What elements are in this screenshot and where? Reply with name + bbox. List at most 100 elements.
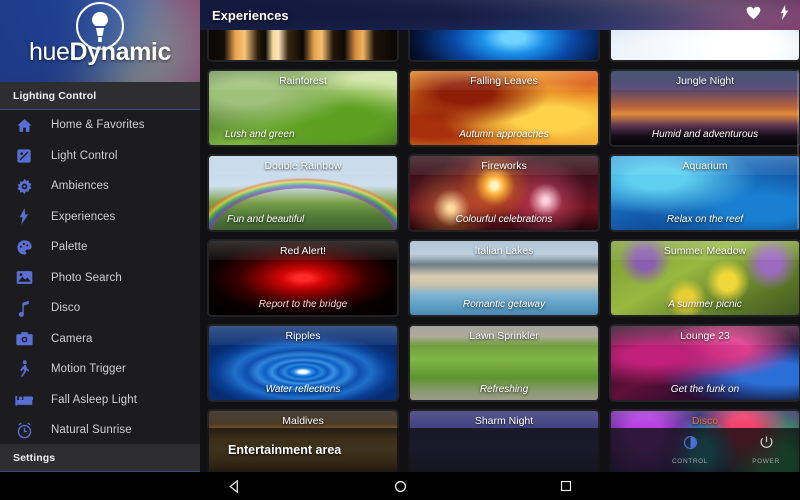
brightness-icon	[683, 435, 698, 455]
sidebar-section-lighting-control: Lighting Control	[0, 82, 200, 110]
photo-icon	[13, 267, 35, 289]
sidebar-item-label: Experiences	[51, 210, 116, 223]
experience-card-drifting-away[interactable]: Drifting away	[609, 30, 800, 62]
card-title: Red Alert!	[209, 241, 397, 260]
sidebar-item-label: Camera	[51, 332, 93, 345]
sidebar-item-label: Motion Trigger	[51, 363, 126, 376]
experience-card-double-rainbow[interactable]: Double Rainbow Fun and beautiful	[207, 154, 399, 232]
power-icon	[759, 435, 774, 455]
sidebar-item-label: Natural Sunrise	[51, 424, 132, 437]
alarm-clock-icon	[13, 419, 35, 441]
card-title: Jungle Night	[611, 71, 799, 90]
app-logo-text: hueDynamic	[0, 38, 200, 67]
card-title: Ripples	[209, 326, 397, 345]
app-logo-area: hueDynamic	[0, 0, 200, 82]
experience-card-aquarium[interactable]: Aquarium Relax on the reef	[609, 154, 800, 232]
card-title: Summer Meadow	[611, 241, 799, 260]
music-note-icon	[13, 297, 35, 319]
card-subtitle: Water reflections	[265, 384, 341, 395]
sidebar-item-label: Palette	[51, 241, 88, 254]
home-circle-icon[interactable]	[392, 478, 408, 494]
sidebar-item-natural-sunrise[interactable]: Natural Sunrise	[0, 415, 200, 446]
card-subtitle: Relax on the reef	[666, 214, 744, 225]
bed-icon	[13, 389, 35, 411]
palette-icon	[13, 236, 35, 258]
experience-card-lounge-23[interactable]: Lounge 23 Get the funk on	[609, 324, 800, 402]
card-subtitle: Colourful celebrations	[455, 214, 553, 225]
bolt-icon	[13, 206, 35, 228]
card-title: Lounge 23	[611, 326, 799, 345]
sidebar-item-palette[interactable]: Palette	[0, 232, 200, 263]
header-actions	[746, 0, 790, 30]
card-subtitle: Refreshing	[479, 384, 529, 395]
sidebar-item-label: Disco	[51, 302, 81, 315]
bottom-bar-actions: CONTROL POWER	[662, 428, 794, 472]
entertainment-area-bar: Entertainment area CONTROL POWER	[200, 428, 800, 472]
grid-row: Rainforest Lush and green Falling Leaves…	[204, 69, 800, 147]
sidebar: hueDynamic Lighting Control Home & Favor…	[0, 0, 200, 472]
entertainment-area-title: Entertainment area	[228, 443, 342, 457]
card-subtitle: Fun and beautiful	[227, 214, 305, 225]
card-title: Falling Leaves	[410, 71, 598, 90]
card-subtitle: Humid and adventurous	[651, 129, 759, 140]
grid-row: Double Rainbow Fun and beautiful Firewor…	[204, 154, 800, 232]
card-title: Rainforest	[209, 71, 397, 90]
sidebar-item-label: Photo Search	[51, 271, 122, 284]
experiences-grid: Soothing Evening Burning blue Drifting a…	[200, 30, 800, 472]
card-subtitle: Report to the bridge	[258, 299, 348, 310]
sidebar-item-camera[interactable]: Camera	[0, 324, 200, 355]
vertical-scrollbar[interactable]	[797, 70, 799, 230]
experience-card-summer-meadow[interactable]: Summer Meadow A summer picnic	[609, 239, 800, 317]
card-subtitle: Romantic getaway	[462, 299, 546, 310]
sidebar-item-photo-search[interactable]: Photo Search	[0, 263, 200, 294]
experience-card-rainforest[interactable]: Rainforest Lush and green	[207, 69, 399, 147]
heart-icon[interactable]	[746, 6, 761, 25]
android-navigation-bar	[0, 472, 800, 500]
power-button[interactable]: POWER	[738, 435, 794, 465]
card-title: Aquarium	[611, 156, 799, 175]
gear-icon	[13, 175, 35, 197]
recents-icon[interactable]	[558, 478, 574, 494]
app-header: Experiences	[200, 0, 800, 30]
grid-row: Soothing Evening Burning blue Drifting a…	[204, 30, 800, 62]
sidebar-item-label: Fall Asleep Light	[51, 393, 138, 406]
card-title: Lawn Sprinkler	[410, 326, 598, 345]
back-icon[interactable]	[226, 478, 242, 494]
control-label: CONTROL	[672, 458, 708, 465]
home-icon	[13, 114, 35, 136]
sidebar-nav-list: Home & Favorites Light Control Ambiences…	[0, 110, 200, 446]
card-subtitle: Lush and green	[225, 129, 295, 140]
experience-card-italian-lakes[interactable]: Italian Lakes Romantic getaway	[408, 239, 600, 317]
sidebar-item-motion-trigger[interactable]: Motion Trigger	[0, 354, 200, 385]
bolt-icon[interactable]	[779, 5, 790, 25]
card-image	[410, 30, 598, 60]
experience-card-falling-leaves[interactable]: Falling Leaves Autumn approaches	[408, 69, 600, 147]
experience-card-soothing-evening[interactable]: Soothing Evening	[207, 30, 399, 62]
experience-card-lawn-sprinkler[interactable]: Lawn Sprinkler Refreshing	[408, 324, 600, 402]
sidebar-item-experiences[interactable]: Experiences	[0, 202, 200, 233]
experiences-grid-container[interactable]: Soothing Evening Burning blue Drifting a…	[200, 30, 800, 472]
card-subtitle: Get the funk on	[670, 384, 740, 395]
experience-card-red-alert[interactable]: Red Alert! Report to the bridge	[207, 239, 399, 317]
experience-card-jungle-night[interactable]: Jungle Night Humid and adventurous	[609, 69, 800, 147]
grid-row: Red Alert! Report to the bridge Italian …	[204, 239, 800, 317]
sidebar-item-home-favorites[interactable]: Home & Favorites	[0, 110, 200, 141]
experience-card-fireworks[interactable]: Fireworks Colourful celebrations	[408, 154, 600, 232]
sidebar-item-label: Home & Favorites	[51, 119, 145, 132]
sidebar-item-label: Ambiences	[51, 180, 109, 193]
header-background-gradient	[200, 0, 800, 30]
card-subtitle: A summer picnic	[668, 299, 742, 310]
card-title: Double Rainbow	[209, 156, 397, 175]
sidebar-item-label: Light Control	[51, 149, 118, 162]
experience-card-burning-blue[interactable]: Burning blue	[408, 30, 600, 62]
sidebar-item-light-control[interactable]: Light Control	[0, 141, 200, 172]
card-image	[209, 30, 397, 60]
sidebar-item-ambiences[interactable]: Ambiences	[0, 171, 200, 202]
logo-suffix: Dynamic	[69, 38, 172, 66]
sidebar-item-disco[interactable]: Disco	[0, 293, 200, 324]
sidebar-section-settings[interactable]: Settings	[0, 444, 200, 472]
experience-card-ripples[interactable]: Ripples Water reflections	[207, 324, 399, 402]
control-button[interactable]: CONTROL	[662, 435, 718, 465]
power-label: POWER	[752, 458, 780, 465]
sidebar-item-fall-asleep-light[interactable]: Fall Asleep Light	[0, 385, 200, 416]
